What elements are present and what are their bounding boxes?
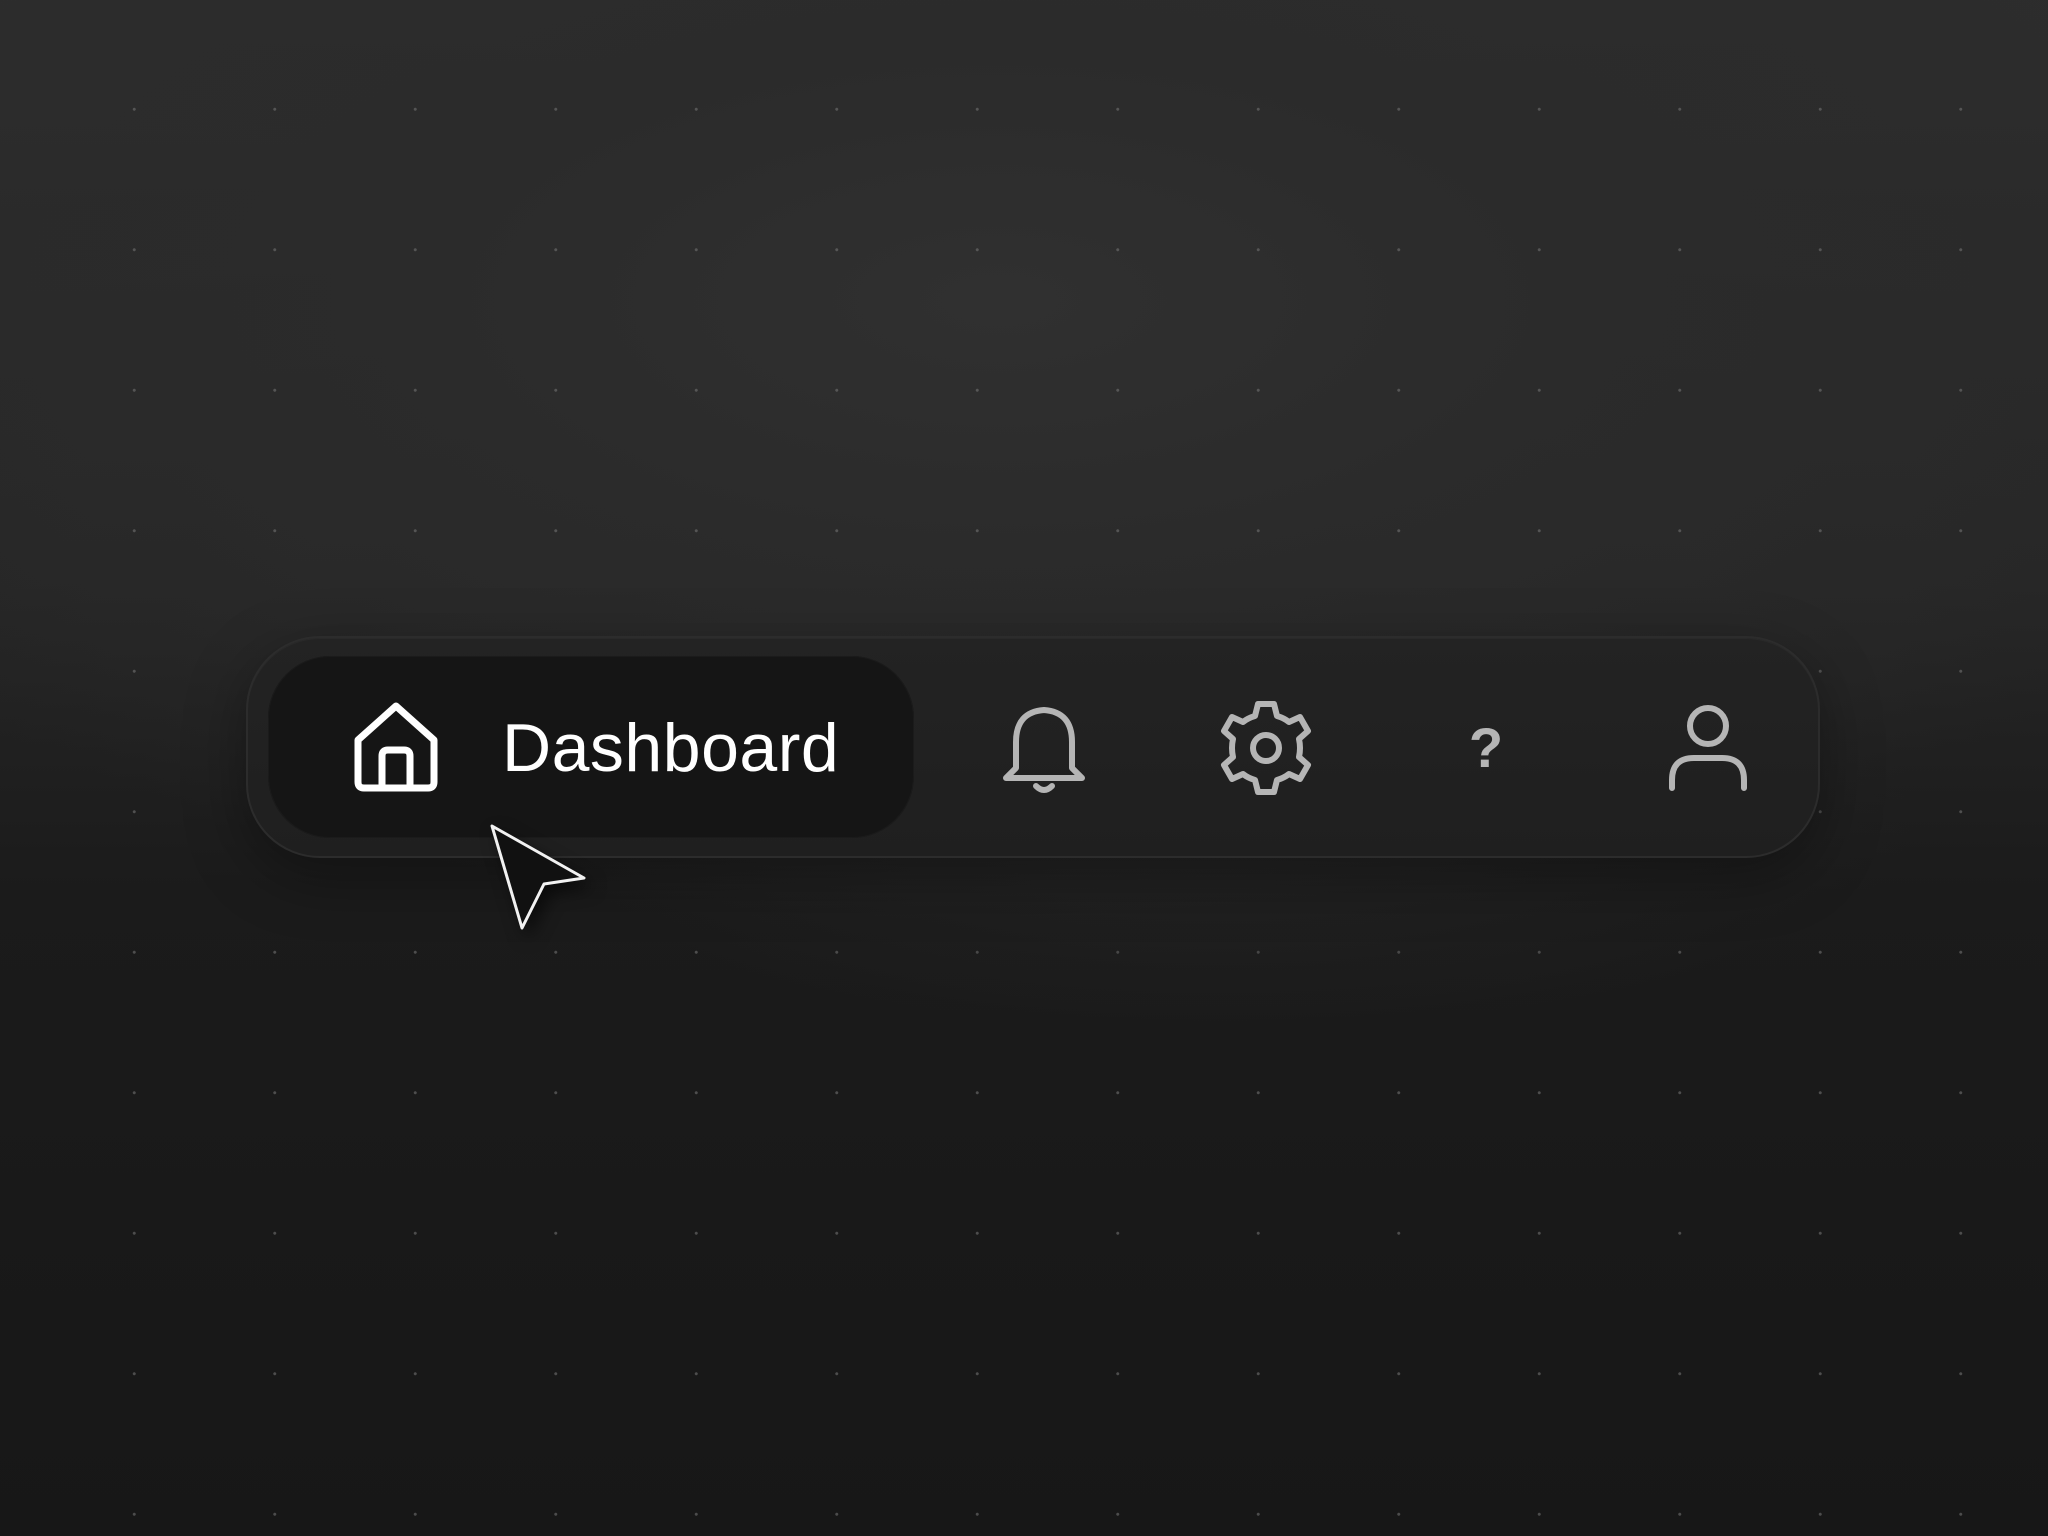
help-icon: ? [1468, 716, 1504, 779]
mouse-pointer-icon [488, 822, 598, 938]
notifications-button[interactable] [982, 686, 1106, 810]
gear-icon [1214, 696, 1318, 800]
home-icon [350, 698, 442, 794]
navigation-bar: Dashboard ? [246, 636, 1820, 858]
profile-button[interactable] [1646, 686, 1770, 810]
bell-icon [998, 698, 1090, 798]
help-button[interactable]: ? [1424, 686, 1548, 810]
nav-label-dashboard: Dashboard [502, 710, 840, 786]
settings-button[interactable] [1204, 686, 1328, 810]
nav-item-dashboard[interactable]: Dashboard [268, 656, 914, 838]
user-icon [1666, 702, 1750, 794]
